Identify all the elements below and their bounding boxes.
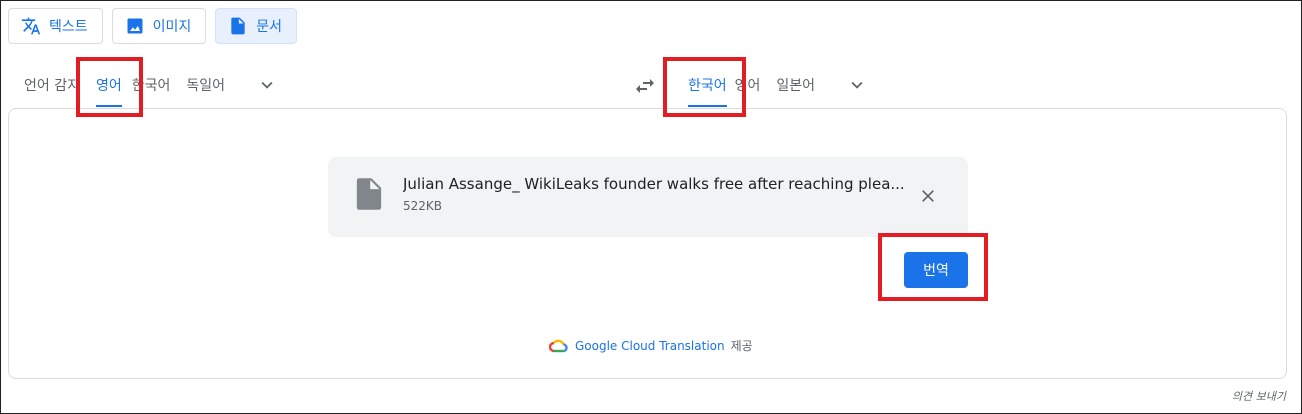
file-size: 522KB: [403, 199, 443, 213]
target-more-languages[interactable]: [837, 65, 877, 105]
chevron-down-icon: [851, 81, 863, 89]
source-more-languages[interactable]: [247, 65, 287, 105]
remove-file-button[interactable]: [915, 183, 941, 209]
image-icon: [127, 18, 143, 34]
translate-button[interactable]: 번역: [904, 252, 968, 288]
document-panel: Julian Assange_ WikiLeaks founder walks …: [8, 108, 1287, 379]
target-lang-korean[interactable]: 한국어: [680, 61, 735, 109]
mode-tabs: 텍스트 이미지 문서: [8, 8, 298, 44]
attribution-suffix: 제공: [730, 339, 753, 353]
source-lang-english[interactable]: 영어: [88, 61, 130, 109]
send-feedback-link[interactable]: 의견 보내기: [1232, 388, 1286, 404]
tab-text-label: 텍스트: [49, 19, 88, 35]
target-lang-english[interactable]: 영어: [735, 61, 769, 109]
file-card: Julian Assange_ WikiLeaks founder walks …: [328, 157, 968, 237]
tab-text[interactable]: 텍스트: [8, 8, 103, 44]
source-language-bar: 언어 감지 영어 한국어 독일어: [16, 60, 287, 110]
close-icon: [922, 190, 934, 202]
google-cloud-icon: [549, 338, 569, 354]
attribution-brand[interactable]: Google Cloud Translation: [575, 339, 725, 353]
source-lang-detect[interactable]: 언어 감지: [16, 61, 88, 109]
source-lang-german[interactable]: 독일어: [178, 61, 233, 109]
target-language-bar: 한국어 영어 일본어: [636, 60, 877, 110]
tab-document-label: 문서: [256, 19, 283, 35]
attribution: Google Cloud Translation 제공: [549, 337, 753, 354]
tab-image-label: 이미지: [152, 19, 192, 35]
document-icon: [231, 17, 245, 35]
file-name: Julian Assange_ WikiLeaks founder walks …: [403, 175, 905, 193]
tab-document[interactable]: 문서: [215, 8, 298, 44]
file-icon: [354, 177, 386, 211]
tab-image[interactable]: 이미지: [111, 8, 207, 44]
target-lang-japanese[interactable]: 일본어: [768, 61, 823, 109]
source-lang-korean[interactable]: 한국어: [130, 61, 179, 109]
chevron-down-icon: [261, 81, 273, 89]
translate-icon: [21, 17, 41, 35]
